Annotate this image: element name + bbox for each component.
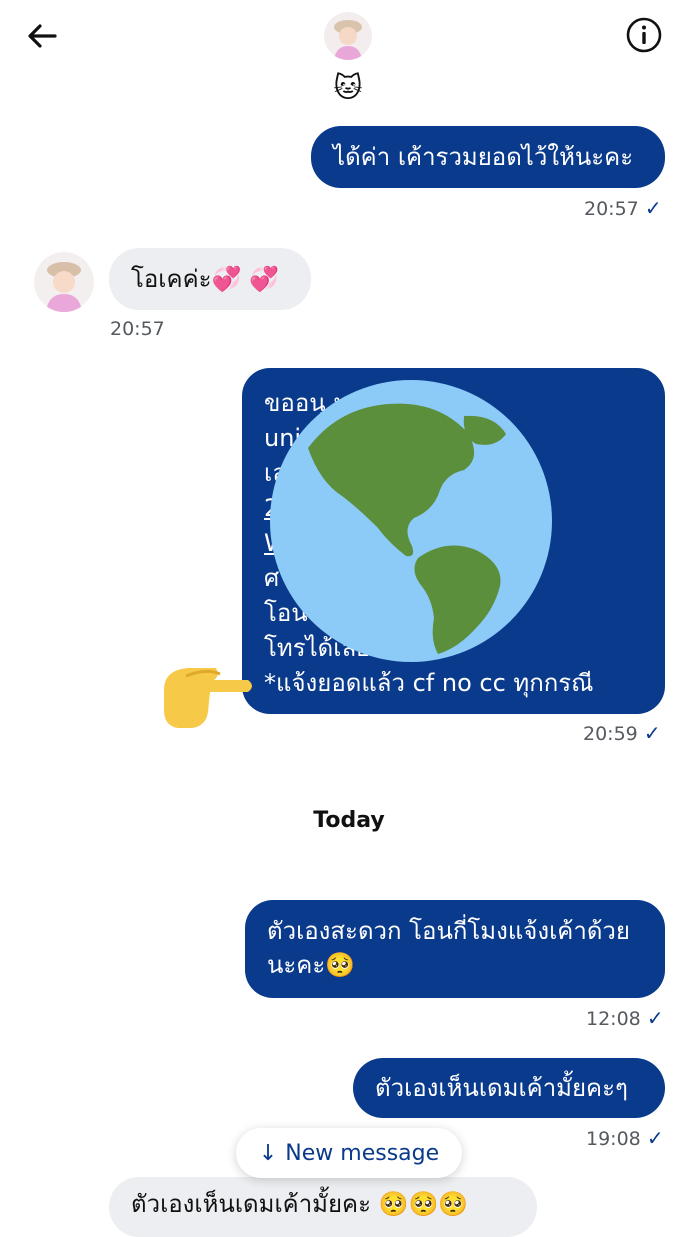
- outgoing-message[interactable]: ตัวเองเห็นเดมเค้ามั้ยคะๆ: [353, 1058, 665, 1118]
- info-icon: [626, 17, 662, 53]
- message-timestamp: 19:08 ✓: [586, 1126, 664, 1150]
- back-button[interactable]: [22, 16, 62, 56]
- message-text: ได้ค่า เค้ารวมยอดไว้ให้นะคะ: [333, 143, 634, 171]
- message-text: ตัวเองเห็นเดมเค้ามั้ยคะ 🥺🥺🥺: [131, 1190, 469, 1218]
- message-line: นะคะ🥺: [267, 951, 356, 979]
- sent-check-icon: ✓: [646, 1006, 664, 1030]
- incoming-message[interactable]: ตัวเองเห็นเดมเค้ามั้ยคะ 🥺🥺🥺: [109, 1177, 537, 1237]
- message-line: ตัวเองสะดวก โอนกี่โมงแจ้งเค้าด้วย: [267, 917, 630, 945]
- info-button[interactable]: [624, 15, 664, 55]
- outgoing-message[interactable]: ตัวเองสะดวก โอนกี่โมงแจ้งเค้าด้วย นะคะ🥺: [245, 900, 665, 998]
- date-divider: Today: [313, 808, 385, 833]
- down-arrow-icon: ↓: [258, 1140, 278, 1166]
- message-timestamp: 12:08 ✓: [586, 1006, 664, 1030]
- status-emoji: 🐱: [333, 71, 363, 104]
- message-text: โอเคค่ะ💞 💞: [131, 265, 279, 293]
- incoming-message[interactable]: โอเคค่ะ💞 💞: [109, 248, 311, 310]
- message-line: *แจ้งยอดแล้ว cf no cc ทุกกรณี: [264, 669, 594, 697]
- message-timestamp: 20:57: [110, 318, 165, 340]
- new-message-label: New message: [285, 1140, 440, 1166]
- sender-avatar[interactable]: [34, 252, 94, 312]
- outgoing-message[interactable]: ได้ค่า เค้ารวมยอดไว้ให้นะคะ: [311, 126, 665, 188]
- message-timestamp: 20:57 ✓: [584, 196, 662, 220]
- message-timestamp: 20:59 ✓: [583, 721, 661, 745]
- pointing-hand-icon: [156, 656, 256, 732]
- back-arrow-icon: [28, 24, 57, 48]
- new-message-button[interactable]: ↓ New message: [236, 1128, 462, 1178]
- message-text: ตัวเองเห็นเดมเค้ามั้ยคะๆ: [375, 1074, 628, 1102]
- sent-check-icon: ✓: [646, 1126, 664, 1150]
- sent-check-icon: ✓: [643, 721, 661, 745]
- header-avatar[interactable]: [324, 12, 372, 60]
- sent-check-icon: ✓: [644, 196, 662, 220]
- globe-icon: [268, 378, 554, 664]
